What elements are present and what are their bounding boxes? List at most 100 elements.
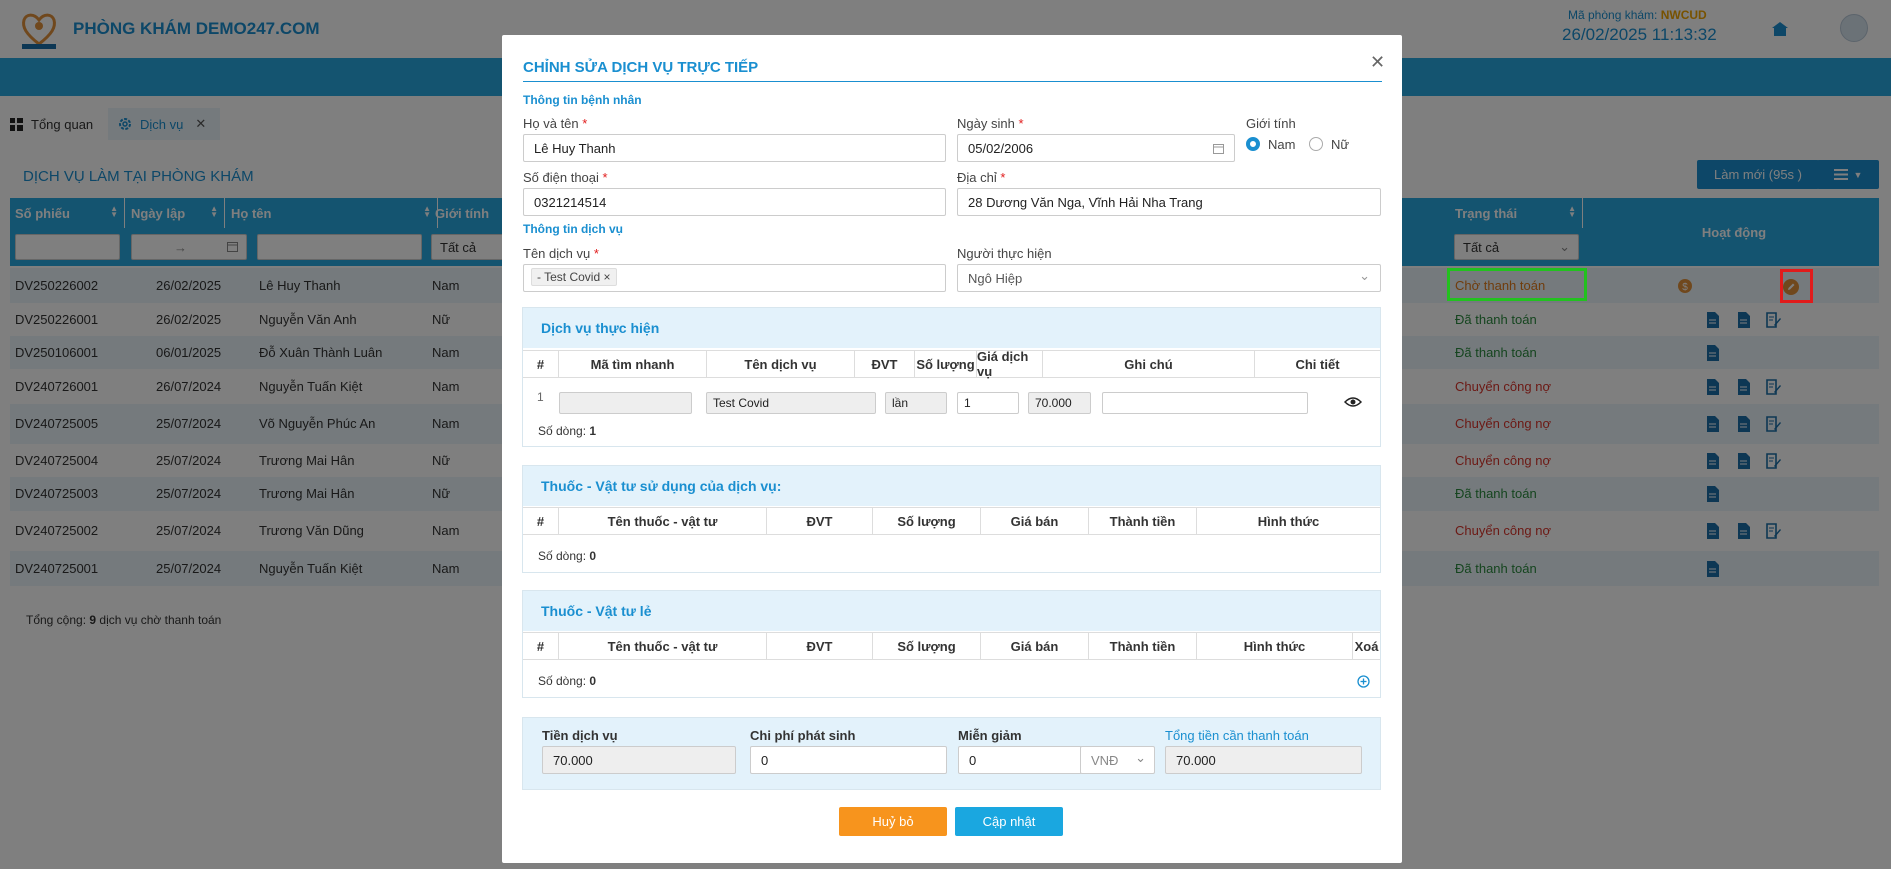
col-sale-price: Giá bán bbox=[981, 508, 1089, 534]
col-unit: ĐVT bbox=[767, 633, 873, 659]
service-name-cell: Test Covid bbox=[706, 392, 876, 414]
service-section-title: Thông tin dịch vụ bbox=[523, 222, 623, 236]
gender-female-radio[interactable] bbox=[1309, 137, 1323, 151]
chip-remove-icon[interactable]: × bbox=[603, 270, 610, 284]
service-fee-field: 70.000 bbox=[542, 746, 736, 774]
required-mark: * bbox=[602, 170, 608, 185]
name-label: Họ và tên * bbox=[523, 116, 587, 131]
col-note: Ghi chú bbox=[1043, 351, 1255, 377]
close-icon[interactable]: ✕ bbox=[1370, 52, 1385, 73]
update-button[interactable]: Cập nhật bbox=[955, 807, 1063, 836]
quantity-input[interactable]: 1 bbox=[957, 392, 1019, 414]
payment-summary: Tiền dịch vụ 70.000 Chi phí phát sinh 0 … bbox=[522, 717, 1381, 790]
col-unit: ĐVT bbox=[767, 508, 873, 534]
chevron-down-icon: ⌄ bbox=[1359, 268, 1370, 283]
patient-name-input[interactable]: Lê Huy Thanh bbox=[523, 134, 946, 162]
performed-services-title: Dịch vụ thực hiện bbox=[523, 308, 1380, 348]
service-materials-title: Thuốc - Vật tư sử dụng của dịch vụ: bbox=[523, 466, 1380, 506]
discount-input[interactable]: 0 bbox=[958, 746, 1082, 774]
col-form: Hình thức bbox=[1197, 633, 1353, 659]
currency-value: VNĐ bbox=[1091, 753, 1119, 768]
unit-cell: lần bbox=[885, 392, 947, 414]
phone-label: Số điện thoại * bbox=[523, 170, 608, 185]
retail-materials-title: Thuốc - Vật tư lẻ bbox=[523, 591, 1380, 631]
col-drug-name: Tên thuốc - vật tư bbox=[559, 633, 767, 659]
service-name-label: Tên dịch vụ * bbox=[523, 246, 599, 261]
required-mark: * bbox=[1000, 170, 1006, 185]
col-amount: Thành tiền bbox=[1089, 633, 1197, 659]
service-materials-box: Thuốc - Vật tư sử dụng của dịch vụ: # Tê… bbox=[522, 465, 1381, 573]
dob-value: 05/02/2006 bbox=[968, 141, 1034, 156]
col-qty: Số lượng bbox=[915, 351, 977, 377]
col-delete: Xoá bbox=[1354, 638, 1379, 654]
name-label-text: Họ và tên bbox=[523, 116, 579, 131]
chevron-down-icon: ⌄ bbox=[1135, 750, 1146, 765]
calendar-icon bbox=[1213, 144, 1224, 154]
note-input[interactable] bbox=[1102, 392, 1308, 414]
retail-row-count: Số dòng: 0 bbox=[538, 674, 596, 688]
price-cell: 70.000 bbox=[1028, 392, 1091, 414]
add-row-icon[interactable] bbox=[1357, 675, 1370, 688]
dob-label: Ngày sinh * bbox=[957, 116, 1024, 131]
quick-code-input[interactable] bbox=[559, 392, 692, 414]
extra-cost-label: Chi phí phát sinh bbox=[750, 728, 856, 743]
col-sale-price: Giá bán bbox=[981, 633, 1089, 659]
col-no: # bbox=[523, 351, 559, 377]
row-count-value: 1 bbox=[589, 424, 597, 438]
performer-value: Ngô Hiệp bbox=[968, 271, 1023, 286]
retail-header-row: # Tên thuốc - vật tư ĐVT Số lượng Giá bá… bbox=[523, 632, 1380, 660]
col-service-name: Tên dịch vụ bbox=[707, 351, 855, 377]
col-no: # bbox=[523, 633, 559, 659]
cancel-button[interactable]: Huỷ bỏ bbox=[839, 807, 947, 836]
service-name-label-text: Tên dịch vụ bbox=[523, 246, 591, 261]
total-due-field: 70.000 bbox=[1165, 746, 1362, 774]
performed-row-count: Số dòng: 1 bbox=[538, 424, 596, 438]
materials-header-row: # Tên thuốc - vật tư ĐVT Số lượng Giá bá… bbox=[523, 507, 1380, 535]
col-qty: Số lượng bbox=[873, 633, 981, 659]
materials-row-count: Số dòng: 0 bbox=[538, 549, 596, 563]
dob-input[interactable]: 05/02/2006 bbox=[957, 134, 1235, 162]
retail-materials-box: Thuốc - Vật tư lẻ # Tên thuốc - vật tư Đ… bbox=[522, 590, 1381, 698]
edit-highlight-box bbox=[1780, 269, 1813, 303]
discount-label: Miễn giảm bbox=[958, 728, 1022, 743]
total-due-label: Tổng tiền cần thanh toán bbox=[1165, 728, 1309, 743]
col-drug-name: Tên thuốc - vật tư bbox=[559, 508, 767, 534]
currency-select[interactable]: VNĐ ⌄ bbox=[1080, 746, 1155, 774]
col-amount: Thành tiền bbox=[1089, 508, 1197, 534]
required-mark: * bbox=[582, 116, 588, 131]
performer-select[interactable]: Ngô Hiệp ⌄ bbox=[957, 264, 1381, 292]
col-detail: Chi tiết bbox=[1295, 356, 1340, 372]
row-number: 1 bbox=[537, 390, 544, 404]
row-count-label: Số dòng: bbox=[538, 674, 590, 688]
col-form: Hình thức bbox=[1257, 513, 1320, 529]
gender-male-radio[interactable] bbox=[1246, 137, 1260, 151]
col-no: # bbox=[523, 508, 559, 534]
service-chip-label: - Test Covid bbox=[537, 270, 601, 284]
required-mark: * bbox=[1018, 116, 1024, 131]
extra-cost-input[interactable]: 0 bbox=[750, 746, 947, 774]
gender-male-label: Nam bbox=[1268, 137, 1296, 152]
row-count-label: Số dòng: bbox=[538, 549, 590, 563]
address-label-text: Địa chỉ bbox=[957, 170, 997, 185]
col-quick-code: Mã tìm nhanh bbox=[559, 351, 707, 377]
phone-input[interactable]: 0321214514 bbox=[523, 188, 946, 216]
col-price: Giá dịch vụ bbox=[977, 349, 1043, 379]
patient-section-title: Thông tin bệnh nhân bbox=[523, 93, 642, 107]
row-count-value: 0 bbox=[589, 549, 597, 563]
phone-label-text: Số điện thoại bbox=[523, 170, 599, 185]
performed-header-row: # Mã tìm nhanh Tên dịch vụ ĐVT Số lượng … bbox=[523, 349, 1380, 379]
modal-title: CHỈNH SỬA DỊCH VỤ TRỰC TIẾP bbox=[523, 59, 759, 76]
eye-icon[interactable] bbox=[1344, 396, 1362, 408]
status-highlight-box bbox=[1447, 268, 1587, 301]
address-input[interactable]: 28 Dương Văn Nga, Vĩnh Hải Nha Trang bbox=[957, 188, 1381, 216]
col-unit: ĐVT bbox=[855, 351, 915, 377]
service-fee-label: Tiền dịch vụ bbox=[542, 728, 618, 743]
gender-label: Giới tính bbox=[1246, 116, 1296, 131]
row-count-label: Số dòng: bbox=[538, 424, 590, 438]
service-chip[interactable]: - Test Covid × bbox=[531, 268, 617, 286]
performed-services-box: Dịch vụ thực hiện # Mã tìm nhanh Tên dịc… bbox=[522, 307, 1381, 447]
dob-label-text: Ngày sinh bbox=[957, 116, 1015, 131]
title-divider bbox=[523, 81, 1382, 82]
performer-label: Người thực hiện bbox=[957, 246, 1052, 261]
address-label: Địa chỉ * bbox=[957, 170, 1005, 185]
